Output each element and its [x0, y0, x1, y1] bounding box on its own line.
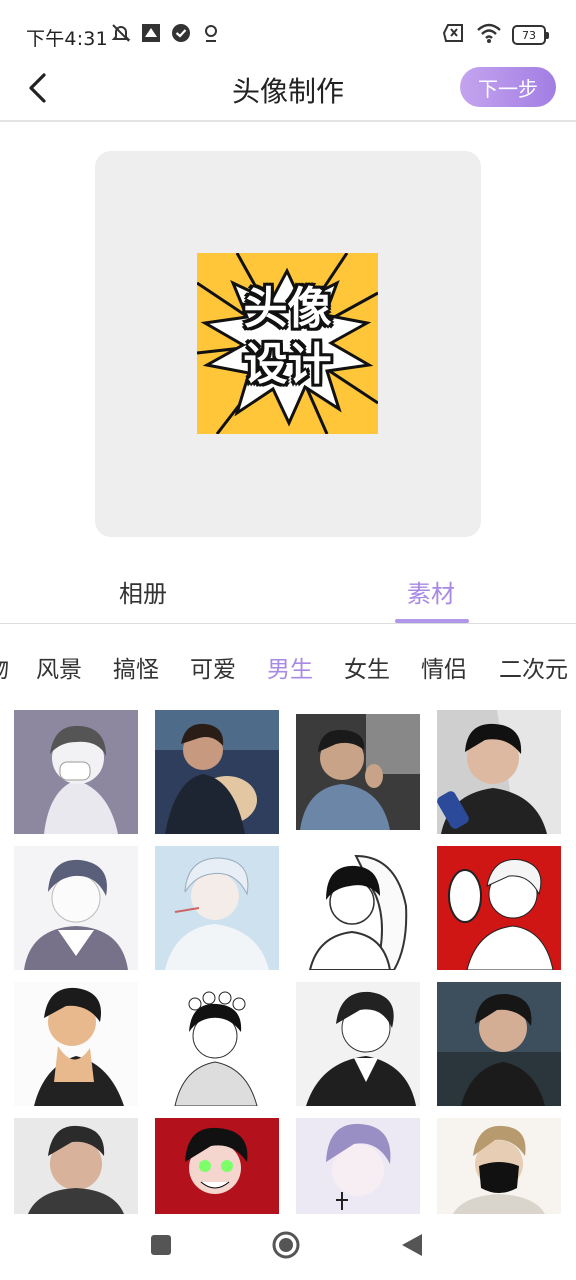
source-tabs: 相册 素材: [0, 562, 576, 624]
category-scenery[interactable]: 风景: [36, 650, 82, 684]
status-bar: 下午4:31 73: [0, 0, 576, 64]
avatar-thumbnail[interactable]: [14, 982, 138, 1106]
location-icon: [200, 22, 222, 44]
category-bar: 物 风景 搞怪 可爱 男生 女生 情侣 二次元: [0, 640, 576, 690]
sim-error-icon: [442, 22, 466, 48]
battery-icon: 73: [512, 25, 549, 45]
recents-button[interactable]: [146, 1232, 176, 1262]
category-funny[interactable]: 搞怪: [113, 650, 159, 684]
preview-line-1: 头像: [243, 283, 332, 334]
check-circle-icon: [170, 22, 192, 44]
category-item[interactable]: 物: [0, 650, 9, 684]
avatar-thumbnail[interactable]: [14, 1118, 138, 1214]
avatar-thumbnail[interactable]: [14, 710, 138, 834]
status-icons-left: [110, 22, 222, 44]
category-anime[interactable]: 二次元: [499, 650, 568, 684]
home-button[interactable]: [271, 1230, 301, 1264]
avatar-thumbnail[interactable]: [296, 714, 420, 830]
circle-icon: [271, 1230, 301, 1264]
avatar-thumbnail[interactable]: [437, 846, 561, 970]
avatar-thumbnail[interactable]: [296, 1118, 420, 1214]
avatar-thumbnail[interactable]: [437, 710, 561, 834]
avatar-preview-area: 头像 设计: [95, 151, 481, 537]
app-notification-icon: [140, 22, 162, 44]
square-icon: [149, 1233, 173, 1261]
avatar-preview-image[interactable]: 头像 设计: [197, 253, 378, 434]
nav-back-button[interactable]: [397, 1232, 427, 1262]
wifi-icon: [476, 22, 502, 48]
avatar-thumbnail[interactable]: [296, 846, 420, 970]
tab-materials[interactable]: 素材: [407, 574, 455, 609]
status-icons-right: 73: [442, 22, 549, 48]
system-nav-bar: [0, 1214, 576, 1280]
avatar-thumbnail[interactable]: [296, 982, 420, 1106]
category-cute[interactable]: 可爱: [190, 650, 236, 684]
status-time: 下午4:31: [26, 28, 108, 50]
avatar-thumbnail[interactable]: [155, 710, 279, 834]
category-couples[interactable]: 情侣: [421, 650, 467, 684]
avatar-thumbnail[interactable]: [437, 1118, 561, 1214]
avatar-grid: [0, 700, 576, 1214]
active-tab-indicator: [395, 619, 469, 623]
avatar-thumbnail[interactable]: [155, 1118, 279, 1214]
next-step-button[interactable]: 下一步: [460, 67, 556, 107]
tab-album[interactable]: 相册: [119, 574, 167, 609]
category-boys[interactable]: 男生: [267, 650, 313, 684]
preview-title-text: 头像 设计: [197, 281, 378, 393]
avatar-thumbnail[interactable]: [155, 846, 279, 970]
bell-mute-icon: [110, 22, 132, 44]
avatar-thumbnail[interactable]: [155, 982, 279, 1106]
header: 头像制作 下一步: [0, 64, 576, 122]
preview-line-2: 设计: [243, 339, 332, 390]
triangle-left-icon: [400, 1232, 424, 1262]
avatar-thumbnail[interactable]: [437, 982, 561, 1106]
avatar-thumbnail[interactable]: [14, 846, 138, 970]
category-girls[interactable]: 女生: [344, 650, 390, 684]
